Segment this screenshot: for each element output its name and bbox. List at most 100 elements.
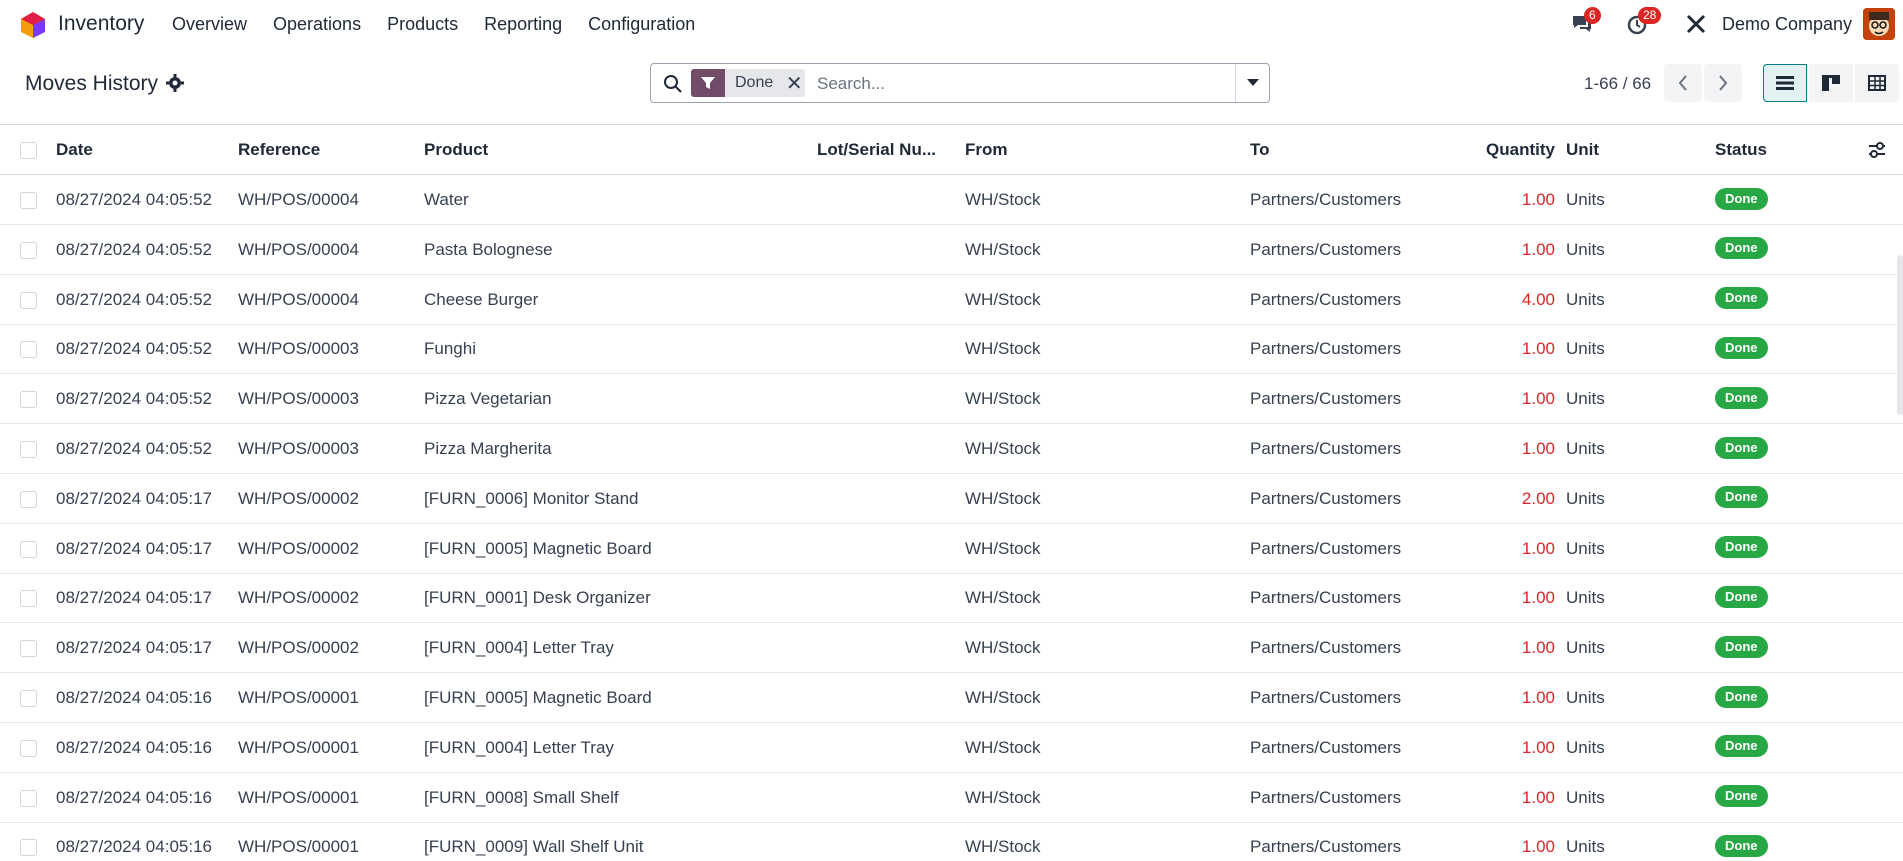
row-checkbox[interactable]: [20, 540, 37, 558]
menu-configuration[interactable]: Configuration: [588, 14, 695, 35]
table-row[interactable]: 08/27/2024 04:05:52 WH/POS/00003 Pizza Mar…: [0, 424, 1903, 474]
table-row[interactable]: 08/27/2024 04:05:16 WH/POS/00001 [FURN_000…: [0, 723, 1903, 773]
cell-quantity: 1.00: [1521, 588, 1555, 608]
column-status[interactable]: Status: [1715, 125, 1767, 175]
column-product[interactable]: Product: [424, 125, 488, 175]
column-date[interactable]: Date: [56, 125, 93, 175]
cell-to: Partners/Customers: [1250, 638, 1402, 658]
cell-to: Partners/Customers: [1250, 737, 1402, 757]
cell-date: 08/27/2024 04:05:52: [56, 439, 212, 458]
cell-quantity: 1.00: [1521, 837, 1555, 857]
cell-unit: Units: [1566, 787, 1605, 807]
menu-operations[interactable]: Operations: [273, 14, 361, 35]
cell-product: [FURN_0006] Monitor Stand: [424, 488, 639, 508]
cell-date: 08/27/2024 04:05:17: [56, 538, 212, 558]
table-row[interactable]: 08/27/2024 04:05:17 WH/POS/00002 [FURN_000…: [0, 524, 1903, 574]
cell-status: Done: [1715, 524, 1768, 574]
pager-previous-button[interactable]: [1664, 64, 1702, 102]
row-checkbox[interactable]: [20, 690, 37, 707]
cell-product: [FURN_0004] Letter Tray: [424, 737, 614, 757]
row-checkbox[interactable]: [20, 391, 37, 409]
column-lot-serial[interactable]: Lot/Serial Nu...: [817, 125, 939, 175]
cell-quantity: 1.00: [1521, 787, 1555, 807]
pager-next-button[interactable]: [1704, 64, 1742, 102]
status-badge: Done: [1715, 585, 1768, 608]
avatar[interactable]: [1863, 8, 1895, 40]
cell-date: 08/27/2024 04:05:16: [56, 737, 212, 757]
status-badge: Done: [1715, 287, 1768, 310]
table-row[interactable]: 08/27/2024 04:05:52 WH/POS/00003 Funghi WH/…: [0, 324, 1903, 375]
table-row[interactable]: 08/27/2024 04:05:52 WH/POS/00004 Pasta Bol…: [0, 225, 1903, 275]
cell-product: Pasta Bolognese: [424, 239, 553, 259]
control-panel: Moves History Done ✕ 1-66 / 66: [0, 50, 1903, 124]
cell-quantity: 1.00: [1521, 688, 1555, 707]
cell-status: Done: [1715, 275, 1768, 325]
status-badge: Done: [1715, 735, 1768, 758]
table-row[interactable]: 08/27/2024 04:05:17 WH/POS/00002 [FURN_000…: [0, 573, 1903, 624]
status-badge: Done: [1715, 685, 1768, 708]
table-row[interactable]: 08/27/2024 04:05:52 WH/POS/00004 Water WH/S…: [0, 175, 1903, 225]
cell-unit: Units: [1566, 737, 1605, 757]
cell-quantity: 1.00: [1521, 638, 1555, 658]
table-row[interactable]: 08/27/2024 04:05:16 WH/POS/00001 [FURN_000…: [0, 822, 1903, 861]
search-options-toggle[interactable]: [1235, 64, 1269, 102]
app-logo-icon[interactable]: [19, 11, 47, 39]
table-row[interactable]: 08/27/2024 04:05:52 WH/POS/00004 Cheese Bu…: [0, 275, 1903, 325]
cell-status: Done: [1715, 324, 1768, 374]
table-row[interactable]: 08/27/2024 04:05:17 WH/POS/00002 [FURN_000…: [0, 474, 1903, 524]
menu-reporting[interactable]: Reporting: [484, 14, 562, 35]
row-checkbox[interactable]: [20, 640, 37, 658]
page-title[interactable]: Moves History: [25, 72, 158, 96]
column-quantity[interactable]: Quantity: [1440, 125, 1555, 175]
table-row[interactable]: 08/27/2024 04:05:16 WH/POS/00001 [FURN_000…: [0, 773, 1903, 823]
row-checkbox[interactable]: [20, 192, 37, 209]
table-row[interactable]: 08/27/2024 04:05:52 WH/POS/00003 Pizza Veg…: [0, 374, 1903, 425]
app-name[interactable]: Inventory: [58, 12, 144, 36]
cell-lot-serial: [817, 723, 939, 773]
gear-icon[interactable]: [166, 74, 184, 92]
cell-reference: WH/POS/00002: [238, 588, 359, 608]
close-icon[interactable]: ✕: [783, 71, 805, 96]
kanban-view-button[interactable]: [1809, 64, 1853, 102]
table-row[interactable]: 08/27/2024 04:05:16 WH/POS/00001 [FURN_000…: [0, 673, 1903, 723]
row-checkbox[interactable]: [20, 490, 37, 508]
cell-lot-serial: [817, 573, 939, 623]
cell-reference: WH/POS/00004: [238, 190, 359, 209]
row-checkbox[interactable]: [20, 441, 37, 458]
table-row[interactable]: 08/27/2024 04:05:17 WH/POS/00002 [FURN_000…: [0, 623, 1903, 674]
row-checkbox[interactable]: [20, 341, 37, 359]
debug-tools-button[interactable]: [1685, 13, 1711, 37]
table-header: Date Reference Product Lot/Serial Nu... …: [0, 125, 1903, 175]
messages-button[interactable]: 6: [1570, 7, 1601, 37]
optional-columns-icon[interactable]: [1867, 141, 1887, 159]
column-unit[interactable]: Unit: [1566, 125, 1599, 175]
company-switcher[interactable]: Demo Company: [1722, 14, 1852, 35]
cell-lot-serial: [817, 474, 939, 524]
cell-unit: Units: [1566, 190, 1605, 209]
list-view-button[interactable]: [1763, 64, 1807, 102]
menu-products[interactable]: Products: [387, 14, 458, 35]
cell-status: Done: [1715, 175, 1768, 225]
row-checkbox[interactable]: [20, 739, 37, 757]
row-checkbox[interactable]: [20, 590, 37, 608]
column-reference[interactable]: Reference: [238, 125, 320, 175]
menu-overview[interactable]: Overview: [172, 14, 247, 35]
pager-value[interactable]: 1-66 / 66: [1584, 74, 1651, 94]
search-input[interactable]: [817, 72, 1217, 96]
cell-from: WH/Stock: [965, 787, 1041, 807]
activities-button[interactable]: 28: [1626, 7, 1662, 37]
search-icon[interactable]: [663, 74, 683, 94]
row-checkbox[interactable]: [20, 241, 37, 259]
select-all-checkbox[interactable]: [20, 142, 37, 159]
row-checkbox[interactable]: [20, 291, 37, 309]
cell-status: Done: [1715, 623, 1768, 673]
column-to[interactable]: To: [1250, 125, 1270, 175]
scrollbar[interactable]: [1897, 255, 1903, 415]
row-checkbox[interactable]: [20, 839, 37, 857]
row-checkbox[interactable]: [20, 789, 37, 807]
column-from[interactable]: From: [965, 125, 1008, 175]
pivot-view-button[interactable]: [1855, 64, 1899, 102]
cell-lot-serial: [817, 773, 939, 823]
cell-product: [FURN_0009] Wall Shelf Unit: [424, 837, 644, 857]
caret-down-icon: [1246, 79, 1259, 86]
